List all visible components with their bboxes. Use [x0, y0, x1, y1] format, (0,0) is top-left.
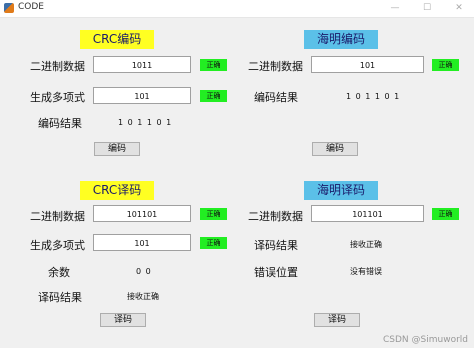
crc-encode-result-value: 1 0 1 1 0 1	[118, 118, 173, 127]
crc-encode-binary-input[interactable]: 1011	[93, 56, 191, 73]
crc-decode-poly-input[interactable]: 101	[93, 234, 191, 251]
hamming-encode-binary-ok-badge: 正确	[432, 59, 459, 71]
hamming-decode-binary-ok-badge: 正确	[432, 208, 459, 220]
crc-decode-remainder-value: 0 0	[136, 267, 152, 276]
hamming-encode-binary-label: 二进制数据	[248, 60, 303, 73]
hamming-decode-error-label: 错误位置	[254, 266, 298, 279]
hamming-decode-result-value: 接收正确	[350, 240, 382, 249]
crc-encode-binary-label: 二进制数据	[30, 60, 85, 73]
hamming-decode-binary-input[interactable]: 101101	[311, 205, 424, 222]
crc-decode-header: CRC译码	[80, 181, 154, 200]
crc-encode-poly-label: 生成多项式	[30, 91, 85, 104]
crc-decode-result-value: 接收正确	[127, 292, 159, 301]
crc-decode-result-label: 译码结果	[38, 291, 82, 304]
crc-decode-binary-ok-badge: 正确	[200, 208, 227, 220]
crc-decode-poly-label: 生成多项式	[30, 239, 85, 252]
title-bar: CODE — ☐ ✕	[0, 0, 474, 18]
hamming-encode-header: 海明编码	[304, 30, 378, 49]
close-icon[interactable]: ✕	[446, 1, 472, 15]
crc-encode-header: CRC编码	[80, 30, 154, 49]
crc-decode-remainder-label: 余数	[48, 266, 70, 279]
hamming-decode-error-value: 没有错误	[350, 267, 382, 276]
crc-encode-button[interactable]: 编码	[94, 142, 140, 156]
maximize-icon[interactable]: ☐	[414, 1, 440, 15]
minimize-icon[interactable]: —	[382, 1, 408, 15]
crc-decode-binary-label: 二进制数据	[30, 210, 85, 223]
crc-encode-poly-ok-badge: 正确	[200, 90, 227, 102]
crc-decode-poly-ok-badge: 正确	[200, 237, 227, 249]
hamming-decode-header: 海明译码	[304, 181, 378, 200]
crc-encode-poly-input[interactable]: 101	[93, 87, 191, 104]
main-panel: CRC编码 二进制数据 1011 正确 生成多项式 101 正确 编码结果 1 …	[0, 18, 474, 348]
hamming-decode-binary-label: 二进制数据	[248, 210, 303, 223]
window-title: CODE	[18, 2, 44, 12]
crc-decode-button[interactable]: 译码	[100, 313, 146, 327]
hamming-encode-result-label: 编码结果	[254, 91, 298, 104]
hamming-encode-result-value: 1 0 1 1 0 1	[346, 92, 401, 101]
matlab-app-icon	[4, 3, 14, 13]
hamming-encode-button[interactable]: 编码	[312, 142, 358, 156]
hamming-decode-button[interactable]: 译码	[314, 313, 360, 327]
hamming-decode-result-label: 译码结果	[254, 239, 298, 252]
watermark: CSDN @Simuworld	[383, 335, 468, 345]
hamming-encode-binary-input[interactable]: 101	[311, 56, 424, 73]
crc-encode-binary-ok-badge: 正确	[200, 59, 227, 71]
crc-encode-result-label: 编码结果	[38, 117, 82, 130]
crc-decode-binary-input[interactable]: 101101	[93, 205, 191, 222]
